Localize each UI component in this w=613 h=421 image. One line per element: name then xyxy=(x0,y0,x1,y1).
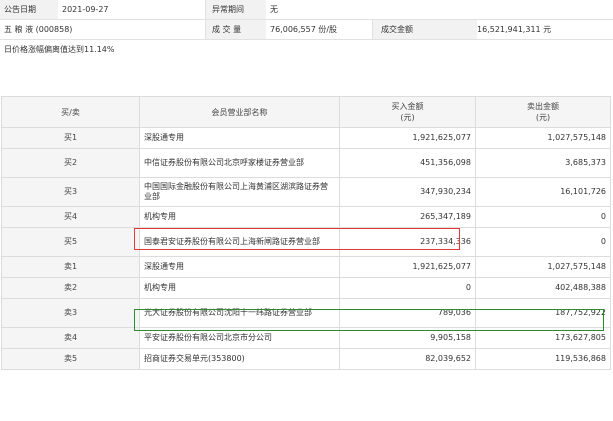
table-row: 卖4 平安证券股份有限公司北京市分公司 9,905,158 173,627,805 xyxy=(1,327,611,349)
cell-buy-amount: 9,905,158 xyxy=(339,327,476,349)
cell-direction: 卖4 xyxy=(1,327,140,349)
cell-member: 光大证券股份有限公司沈阳十一纬路证券营业部 xyxy=(139,298,340,328)
info-row-volume: 五 粮 液 (000858) 成 交 量 76,006,557 份/股 成交金额… xyxy=(0,20,613,40)
cell-sell-amount: 173,627,805 xyxy=(475,327,611,349)
volume-value: 76,006,557 份/股 xyxy=(270,25,338,34)
cell-sell-amount: 16,101,726 xyxy=(475,177,611,207)
info-row-reason: 日价格涨幅偏离值达到11.14% xyxy=(0,40,613,59)
cell-member: 中信证券股份有限公司北京呼家楼证券营业部 xyxy=(139,148,340,178)
cell-sell-amount: 1,027,575,148 xyxy=(475,256,611,278)
stock-name: 五 粮 液 (000858) xyxy=(4,25,73,34)
table-row: 卖2 机构专用 0 402,488,388 xyxy=(1,277,611,299)
header-buy: 买入金额 (元) xyxy=(339,96,476,128)
cell-direction: 买2 xyxy=(1,148,140,178)
cell-direction: 卖5 xyxy=(1,348,140,370)
announce-date-label: 公告日期 xyxy=(0,0,58,19)
table-row: 买5 国泰君安证券股份有限公司上海新闸路证券营业部 237,334,336 0 xyxy=(1,227,611,257)
turnover-label: 成交金额 xyxy=(373,20,477,39)
announce-date-value: 2021-09-27 xyxy=(62,5,109,14)
cell-direction: 卖2 xyxy=(1,277,140,299)
cell-buy-amount: 347,930,234 xyxy=(339,177,476,207)
table-row: 买1 深股通专用 1,921,625,077 1,027,575,148 xyxy=(1,127,611,149)
reason-text: 日价格涨幅偏离值达到11.14% xyxy=(4,45,115,54)
volume-label: 成 交 量 xyxy=(206,20,266,39)
table-row: 卖5 招商证券交易单元(353800) 82,039,652 119,536,868 xyxy=(1,348,611,370)
abnormal-period-value: 无 xyxy=(270,5,278,14)
cell-member: 中国国际金融股份有限公司上海黄浦区湖滨路证券营业部 xyxy=(139,177,340,207)
cell-member: 国泰君安证券股份有限公司上海新闸路证券营业部 xyxy=(139,227,340,257)
cell-buy-amount: 1,921,625,077 xyxy=(339,127,476,149)
abnormal-period-label: 异常期间 xyxy=(206,0,266,19)
table-row: 买2 中信证券股份有限公司北京呼家楼证券营业部 451,356,098 3,685,3… xyxy=(1,148,611,178)
cell-member: 深股通专用 xyxy=(139,127,340,149)
cell-direction: 买3 xyxy=(1,177,140,207)
info-row-date: 公告日期 2021-09-27 异常期间 无 xyxy=(0,0,613,20)
cell-sell-amount: 402,488,388 xyxy=(475,277,611,299)
cell-buy-amount: 1,921,625,077 xyxy=(339,256,476,278)
turnover-value: 16,521,941,311 元 xyxy=(477,25,552,34)
cell-buy-amount: 0 xyxy=(339,277,476,299)
cell-buy-amount: 265,347,189 xyxy=(339,206,476,228)
table-row: 买3 中国国际金融股份有限公司上海黄浦区湖滨路证券营业部 347,930,234 16… xyxy=(1,177,611,207)
cell-direction: 卖1 xyxy=(1,256,140,278)
cell-sell-amount: 3,685,373 xyxy=(475,148,611,178)
cell-sell-amount: 187,752,922 xyxy=(475,298,611,328)
header-member: 会员营业部名称 xyxy=(139,96,340,128)
cell-buy-amount: 789,036 xyxy=(339,298,476,328)
header-sell: 卖出金额 (元) xyxy=(475,96,611,128)
cell-direction: 买4 xyxy=(1,206,140,228)
trading-seats-table: 买/卖 会员营业部名称 买入金额 (元) 卖出金额 (元) 买1 深股通专用 1,9… xyxy=(1,96,611,370)
cell-member: 机构专用 xyxy=(139,206,340,228)
cell-member: 招商证券交易单元(353800) xyxy=(139,348,340,370)
cell-buy-amount: 237,334,336 xyxy=(339,227,476,257)
cell-direction: 买5 xyxy=(1,227,140,257)
header-direction: 买/卖 xyxy=(1,96,140,128)
cell-member: 机构专用 xyxy=(139,277,340,299)
cell-buy-amount: 451,356,098 xyxy=(339,148,476,178)
cell-sell-amount: 1,027,575,148 xyxy=(475,127,611,149)
cell-direction: 买1 xyxy=(1,127,140,149)
cell-member: 深股通专用 xyxy=(139,256,340,278)
cell-sell-amount: 0 xyxy=(475,206,611,228)
table-row: 买4 机构专用 265,347,189 0 xyxy=(1,206,611,228)
table-row: 卖1 深股通专用 1,921,625,077 1,027,575,148 xyxy=(1,256,611,278)
table-header-row: 买/卖 会员营业部名称 买入金额 (元) 卖出金额 (元) xyxy=(1,96,611,128)
cell-buy-amount: 82,039,652 xyxy=(339,348,476,370)
cell-member: 平安证券股份有限公司北京市分公司 xyxy=(139,327,340,349)
cell-sell-amount: 0 xyxy=(475,227,611,257)
cell-direction: 卖3 xyxy=(1,298,140,328)
table-row: 卖3 光大证券股份有限公司沈阳十一纬路证券营业部 789,036 187,752,92… xyxy=(1,298,611,328)
cell-sell-amount: 119,536,868 xyxy=(475,348,611,370)
